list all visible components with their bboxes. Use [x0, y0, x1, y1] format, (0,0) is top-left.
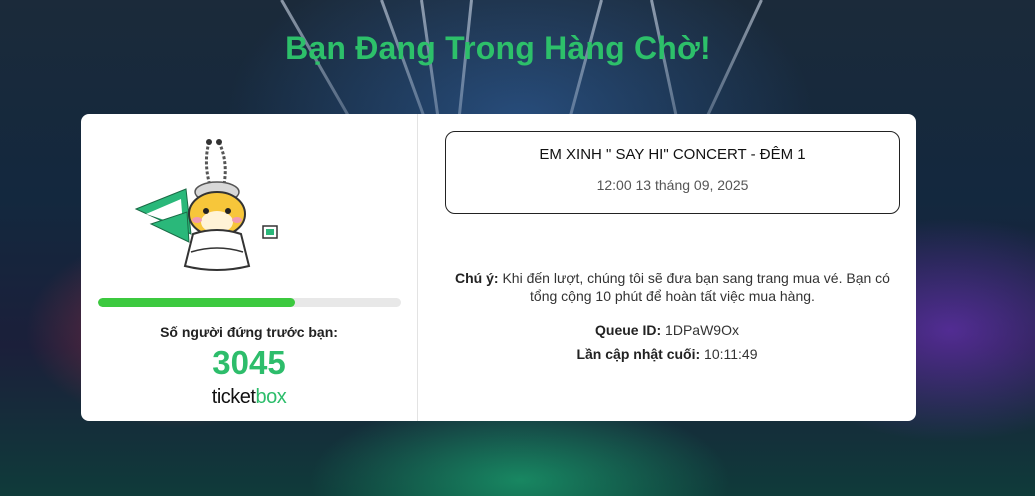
- queue-id-label: Queue ID:: [595, 322, 662, 338]
- last-update-label: Lần cập nhật cuối:: [576, 346, 701, 362]
- page-title: Bạn Đang Trong Hàng Chờ!: [285, 30, 711, 66]
- people-ahead-count: 3045: [212, 344, 286, 381]
- mascot-illustration: [134, 139, 278, 271]
- last-update-line: Lần cập nhật cuối: 10:11:49: [418, 346, 916, 362]
- queue-card: Số người đứng trước bạn: 3045 ticketbox …: [81, 114, 916, 421]
- event-datetime: 12:00 13 tháng 09, 2025: [596, 177, 749, 193]
- queue-progress-fill: [98, 298, 295, 307]
- event-info-panel: EM XINH " SAY HI" CONCERT - ĐÊM 1 12:00 …: [418, 114, 916, 421]
- queue-progress-bar: [98, 298, 401, 307]
- last-update-value: 10:11:49: [700, 346, 758, 362]
- people-ahead-label: Số người đứng trước bạn:: [160, 324, 338, 340]
- notice-label: Chú ý:: [455, 270, 499, 286]
- queue-status-panel: Số người đứng trước bạn: 3045 ticketbox: [81, 114, 418, 421]
- queue-id-value: 1DPaW9Ox: [661, 322, 739, 338]
- logo-ticket-text: ticket: [211, 386, 256, 408]
- queue-id-line: Queue ID: 1DPaW9Ox: [418, 322, 916, 338]
- notice-body: Khi đến lượt, chúng tôi sẽ đưa bạn sang …: [498, 270, 890, 304]
- notice-text: Chú ý: Khi đến lượt, chúng tôi sẽ đưa bạ…: [440, 269, 905, 305]
- ticketbox-logo: ticketbox: [81, 386, 417, 409]
- logo-box-text: box: [255, 386, 287, 408]
- event-name: EM XINH " SAY HI" CONCERT - ĐÊM 1: [539, 146, 806, 163]
- event-details-box: EM XINH " SAY HI" CONCERT - ĐÊM 1 12:00 …: [445, 131, 900, 214]
